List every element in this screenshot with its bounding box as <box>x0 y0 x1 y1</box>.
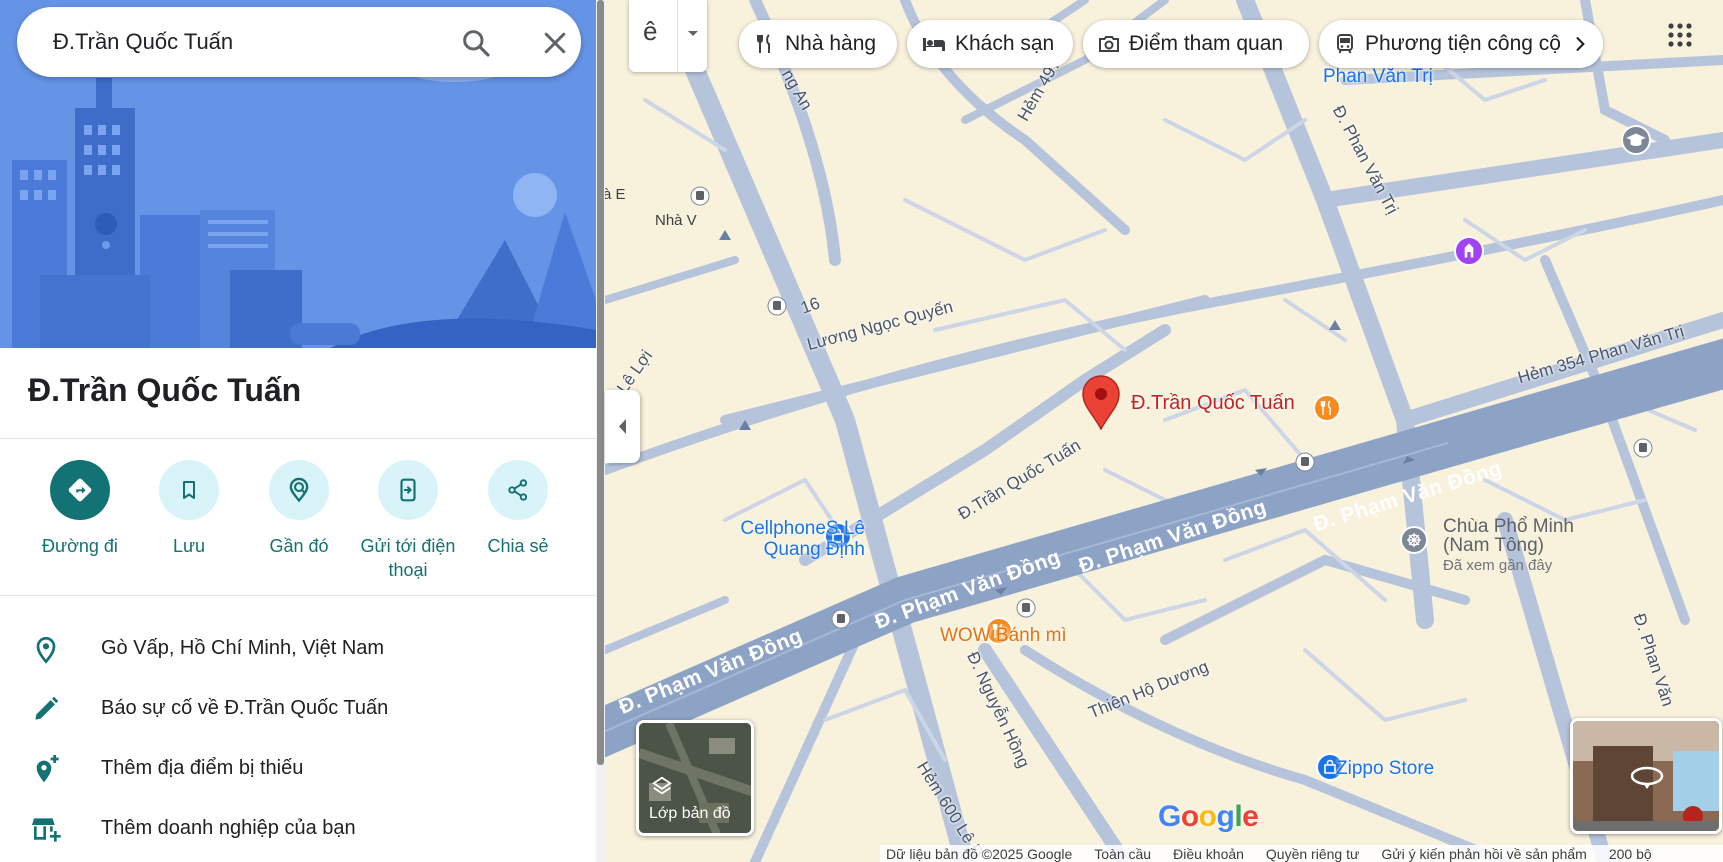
bus-stop-icon[interactable] <box>1633 438 1653 463</box>
scrollbar-thumb[interactable] <box>597 0 604 765</box>
graduation-cap-icon <box>1626 133 1646 146</box>
add-location-icon <box>30 753 62 785</box>
privacy-link[interactable]: Quyền riêng tư <box>1266 846 1359 862</box>
camera-icon <box>1099 36 1119 52</box>
bus-stop-icon[interactable] <box>690 186 710 211</box>
global-link[interactable]: Toàn cầu <box>1094 846 1151 862</box>
layers-icon <box>652 776 672 795</box>
location-pin-icon <box>30 633 62 665</box>
divider <box>0 595 596 596</box>
send-to-phone-button[interactable]: Gửi tới điện thoại <box>348 460 468 582</box>
search-input[interactable] <box>53 27 413 57</box>
restaurant-poi[interactable] <box>1313 394 1341 422</box>
zippo-store-label: Zippo Store <box>1336 758 1435 779</box>
nha-e-label: à E <box>605 186 626 203</box>
send-to-phone-label: Gửi tới điện thoại <box>360 536 456 580</box>
chip-label: Phương tiện công cộng <box>1365 32 1585 55</box>
language-symbol: ê <box>643 16 658 46</box>
temple-icon <box>1464 243 1474 258</box>
nearby-button[interactable]: Gần đó <box>239 460 359 558</box>
chip-label: Nhà hàng <box>785 32 877 55</box>
add-business-text: Thêm doanh nghiệp của bạn <box>101 817 356 839</box>
share-button[interactable]: Chia sẻ <box>458 460 578 558</box>
nearby-label: Gần đó <box>269 536 329 556</box>
report-issue-row[interactable]: Báo sự cố về Đ.Trần Quốc Tuấn <box>0 681 596 737</box>
nha-v-label: Nhà V <box>655 212 697 229</box>
bus-stop-icon[interactable] <box>831 609 851 634</box>
directions-label: Đường đi <box>42 536 118 556</box>
share-label: Chia sẻ <box>487 536 549 556</box>
add-business-icon <box>30 813 62 845</box>
panel-scrollbar[interactable] <box>596 0 605 862</box>
dharma-wheel-icon <box>1407 533 1421 547</box>
address-row[interactable]: Gò Vấp, Hồ Chí Minh, Việt Nam <box>0 621 596 677</box>
wow-banh-mi-label: WOW Bánh mì <box>940 625 1067 646</box>
recently-viewed-label: Đã xem gần đây <box>1443 557 1553 574</box>
phan-van-tri-station-label: Phan Văn Trị <box>1323 66 1433 87</box>
chip-label: Khách sạn <box>955 32 1055 55</box>
fork-knife-icon <box>1320 400 1331 415</box>
bookmark-icon <box>159 460 219 520</box>
hotel-icon <box>923 38 945 51</box>
place-panel: Đ.Trần Quốc Tuấn Đường đi Lưu Gần đó Gửi… <box>0 0 596 862</box>
selected-place-marker[interactable] <box>1081 374 1121 435</box>
chevron-down-icon[interactable] <box>687 30 699 38</box>
add-missing-place-row[interactable]: Thêm địa điểm bị thiếu <box>0 741 596 797</box>
layers-label: Lớp bản đồ <box>649 805 731 822</box>
map-data-credit: Dữ liệu bản đồ ©2025 Google <box>886 845 1073 862</box>
layers-button[interactable]: Lớp bản đồ <box>636 720 754 836</box>
temple-poi[interactable] <box>1454 236 1484 266</box>
search-icon[interactable] <box>460 27 492 59</box>
school-poi[interactable] <box>1621 125 1651 155</box>
save-button[interactable]: Lưu <box>129 460 249 558</box>
cellphones-label: CellphoneS Lê Quang Định <box>740 518 865 560</box>
google-logo: Google <box>1158 800 1259 833</box>
street-view-button[interactable] <box>1570 718 1722 834</box>
collapse-panel-button[interactable] <box>605 390 640 463</box>
map-base-layer <box>605 0 1723 862</box>
bus-stop-icon[interactable] <box>1295 452 1315 477</box>
selected-place-label: Đ.Trần Quốc Tuấn <box>1131 392 1295 414</box>
directions-icon <box>50 460 110 520</box>
bus-stop-icon[interactable] <box>1016 598 1036 623</box>
send-to-phone-icon <box>378 460 438 520</box>
language-toggle[interactable]: ê <box>629 0 707 72</box>
chua-pho-minh-label: Chùa Phổ Minh (Nam Tông) <box>1443 516 1574 556</box>
chevron-right-icon <box>1576 37 1585 51</box>
address-text: Gò Vấp, Hồ Chí Minh, Việt Nam <box>101 637 385 659</box>
divider <box>0 438 596 439</box>
chip-attractions[interactable]: Điểm tham quan <box>1083 20 1309 68</box>
chip-label: Điểm tham quan <box>1129 32 1284 55</box>
place-title: Đ.Trần Quốc Tuấn <box>28 372 302 408</box>
restaurant-icon <box>757 34 770 53</box>
pencil-icon <box>30 693 62 725</box>
chip-restaurants[interactable]: Nhà hàng <box>739 20 897 68</box>
transit-icon <box>1337 34 1353 54</box>
feedback-link[interactable]: Gửi ý kiến phản hồi về sản phẩm <box>1381 846 1587 862</box>
report-issue-text: Báo sự cố về Đ.Trần Quốc Tuấn <box>101 697 389 719</box>
rotate-360-icon <box>1630 766 1664 789</box>
map-footer: Dữ liệu bản đồ ©2025 Google Toàn cầu Điề… <box>880 845 1723 862</box>
scale-label[interactable]: 200 bộ <box>1609 846 1652 862</box>
directions-button[interactable]: Đường đi <box>20 460 140 558</box>
nearby-icon <box>269 460 329 520</box>
terms-link[interactable]: Điều khoản <box>1173 846 1244 862</box>
divider <box>677 0 678 72</box>
bus-stop-icon[interactable] <box>767 296 787 321</box>
close-icon[interactable] <box>540 28 570 58</box>
red-pin-icon <box>1082 375 1120 431</box>
save-label: Lưu <box>172 536 206 556</box>
add-business-row[interactable]: Thêm doanh nghiệp của bạn <box>0 801 596 857</box>
chevron-left-icon <box>619 419 626 434</box>
apps-grid-icon[interactable] <box>1667 22 1693 48</box>
chua-pho-minh-poi[interactable] <box>1400 526 1428 554</box>
chip-hotels[interactable]: Khách sạn <box>907 20 1073 68</box>
search-box <box>17 7 581 77</box>
map-canvas[interactable]: Lương Ngọc Quyến Đ.Trần Quốc Tuấn Thiên … <box>605 0 1723 862</box>
share-icon <box>488 460 548 520</box>
add-missing-place-text: Thêm địa điểm bị thiếu <box>101 757 304 779</box>
